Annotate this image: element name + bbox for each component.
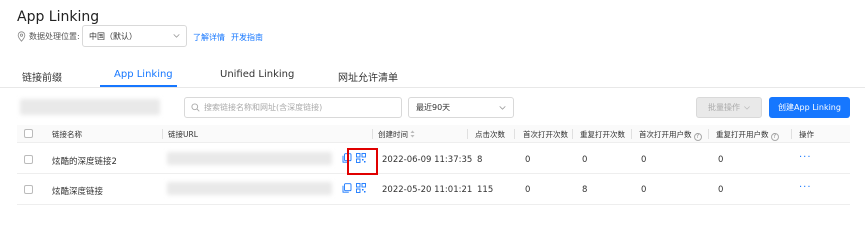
header-repeat-users-label: 重复打开用户数 [716, 130, 769, 139]
redacted-prefix-select[interactable] [20, 99, 160, 115]
created-time: 2022-06-09 11:37:35 [382, 155, 473, 165]
row-checkbox[interactable] [24, 155, 33, 164]
dev-guide-link[interactable]: 开发指南 [231, 32, 263, 43]
location-value: 中国（默认） [89, 31, 137, 41]
row-checkbox[interactable] [24, 185, 33, 194]
redacted-link-url [167, 152, 332, 165]
copy-icon[interactable] [342, 183, 352, 193]
repeat-open-count: 8 [582, 185, 588, 195]
header-first-users: 首次打开用户数? [639, 129, 702, 141]
location-pin-icon [17, 30, 26, 42]
first-open-count: 0 [525, 185, 531, 195]
help-icon[interactable]: ? [693, 133, 702, 141]
link-name[interactable]: 炫酷深度链接 [52, 185, 103, 197]
clicks-count: 8 [477, 155, 483, 165]
column-divider [631, 129, 632, 139]
column-divider [162, 129, 163, 139]
chevron-down-icon [499, 105, 506, 110]
qr-code-icon[interactable] [356, 183, 366, 193]
location-label: 数据处理位置: [29, 31, 80, 41]
sort-icon[interactable] [410, 130, 415, 138]
batch-actions-label: 批量操作 [708, 103, 740, 112]
location-select[interactable]: 中国（默认） [82, 25, 187, 47]
header-actions: 操作 [799, 130, 814, 139]
first-open-count: 0 [525, 155, 531, 165]
column-divider [791, 129, 792, 139]
column-divider [514, 129, 515, 139]
table-row: 炫酷深度链接 2022-05-20 11:01:21 115 0 8 0 0 ·… [17, 175, 850, 205]
tab-unified-linking[interactable]: Unified Linking [220, 69, 294, 80]
column-divider [467, 129, 468, 139]
batch-actions-button[interactable]: 批量操作 [696, 97, 762, 118]
tab-link-prefix[interactable]: 链接前缀 [22, 69, 62, 84]
select-all-checkbox[interactable] [24, 129, 33, 138]
date-range-select[interactable]: 最近90天 [408, 97, 514, 118]
created-time: 2022-05-20 11:01:21 [382, 185, 473, 195]
header-created-time[interactable]: 创建时间 [378, 129, 415, 140]
column-divider [708, 129, 709, 139]
header-clicks: 点击次数 [475, 130, 505, 139]
repeat-open-count: 0 [582, 155, 588, 165]
header-repeat-open: 重复打开次数 [580, 130, 625, 139]
repeat-users-count: 0 [718, 155, 724, 165]
tab-app-linking[interactable]: App Linking [114, 69, 173, 80]
link-name[interactable]: 炫酷的深度链接2 [52, 155, 117, 167]
chevron-down-icon [744, 105, 750, 110]
header-link-url: 链接URL [168, 130, 198, 139]
clicks-count: 115 [477, 185, 494, 195]
search-input[interactable]: 搜索链接名称和网址(含深度链接) [184, 97, 402, 118]
create-app-linking-button[interactable]: 创建App Linking [769, 97, 850, 118]
header-first-open: 首次打开次数 [523, 130, 568, 139]
location-row: 数据处理位置: [17, 27, 80, 45]
more-actions-button[interactable]: ··· [799, 182, 812, 193]
table-row: 炫酷的深度链接2 2022-06-09 11:37:35 8 0 0 0 0 ·… [17, 144, 850, 174]
header-first-users-label: 首次打开用户数 [639, 130, 692, 139]
learn-more-link[interactable]: 了解详情 [193, 32, 225, 43]
more-actions-button[interactable]: ··· [799, 152, 812, 163]
search-icon [191, 103, 200, 112]
chevron-down-icon [173, 34, 180, 38]
column-divider [572, 129, 573, 139]
active-tab-indicator [100, 85, 177, 87]
redacted-link-url [167, 182, 332, 195]
first-users-count: 0 [641, 155, 647, 165]
tab-url-allowlist[interactable]: 网址允许清单 [338, 69, 398, 84]
header-link-name: 链接名称 [52, 130, 82, 139]
repeat-users-count: 0 [718, 185, 724, 195]
first-users-count: 0 [641, 185, 647, 195]
help-icon[interactable]: ? [770, 133, 779, 141]
date-range-value: 最近90天 [416, 103, 451, 112]
qr-code-highlight-box [347, 148, 378, 175]
header-repeat-users: 重复打开用户数? [716, 129, 779, 141]
tab-bar: 链接前缀 App Linking Unified Linking 网址允许清单 [0, 64, 865, 88]
column-divider [372, 129, 373, 139]
header-created-time-label: 创建时间 [378, 130, 408, 139]
page-title: App Linking [17, 9, 100, 25]
search-placeholder: 搜索链接名称和网址(含深度链接) [204, 103, 323, 112]
table-header: 链接名称 链接URL 创建时间 点击次数 首次打开次数 重复打开次数 首次打开用… [17, 125, 850, 143]
